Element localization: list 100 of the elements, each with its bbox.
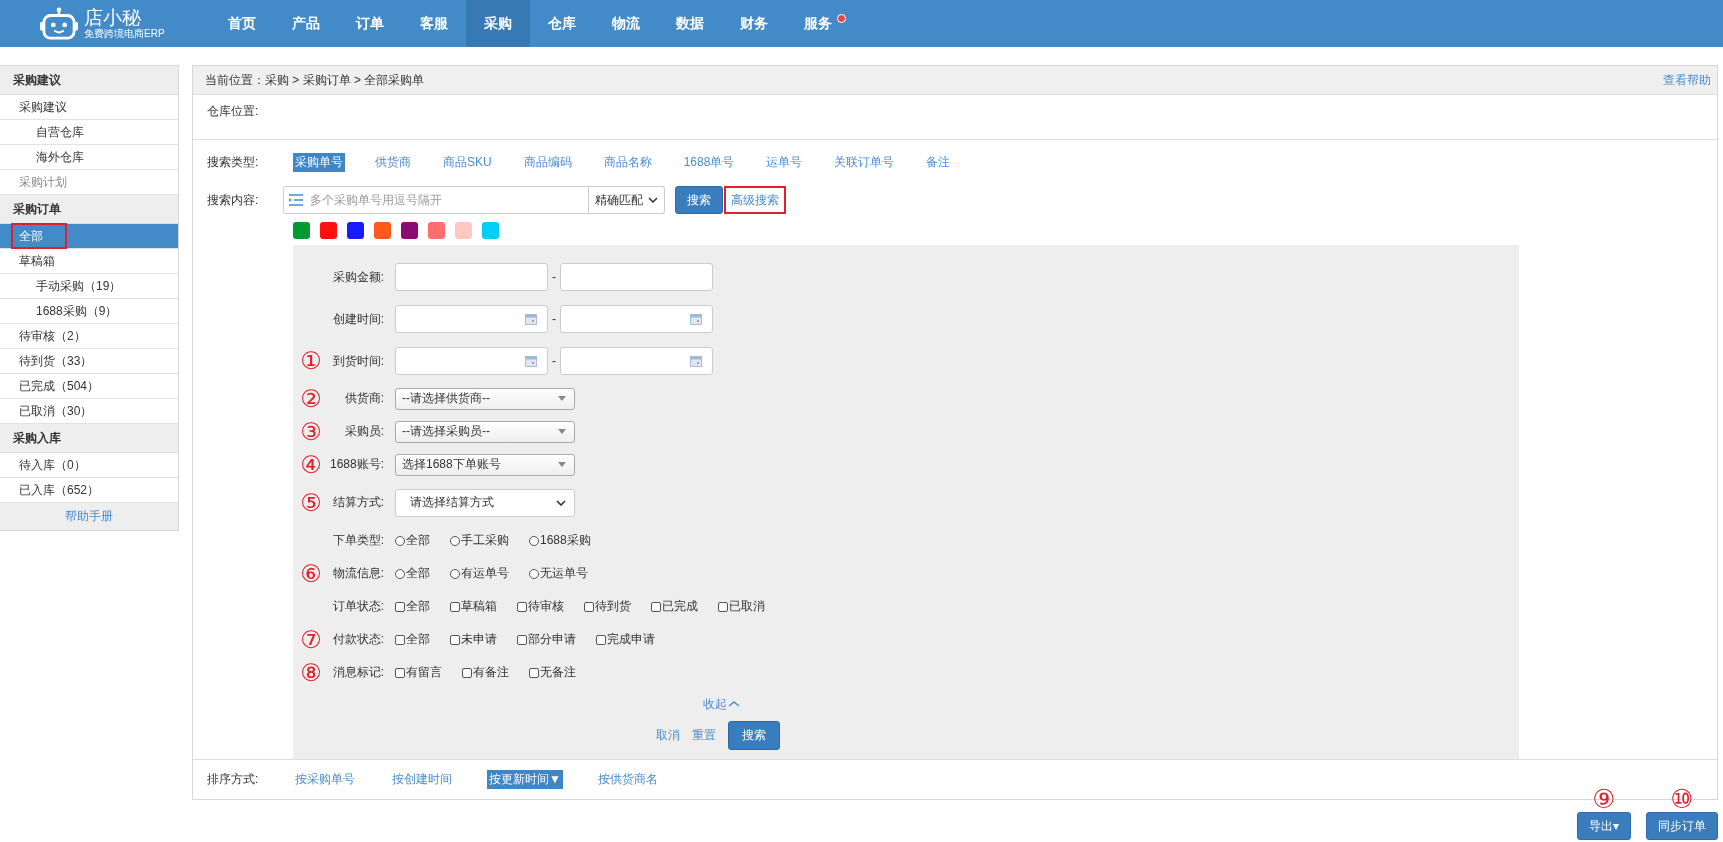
dropdown[interactable]: 请选择结算方式 bbox=[395, 488, 575, 517]
radio-button[interactable] bbox=[529, 535, 539, 546]
checkbox[interactable] bbox=[450, 634, 460, 645]
sidebar-item[interactable]: 已完成（504） bbox=[0, 374, 178, 399]
checkbox[interactable] bbox=[395, 667, 405, 678]
date-input[interactable] bbox=[560, 347, 713, 375]
nav-tab[interactable]: 数据 bbox=[658, 0, 722, 47]
nav-tab[interactable]: 服务 bbox=[786, 0, 850, 47]
sidebar-item[interactable]: 1688采购（9） bbox=[0, 299, 178, 324]
search-type-option[interactable]: 备注 bbox=[924, 152, 953, 172]
advanced-search-link[interactable]: 高级搜索 bbox=[726, 188, 784, 212]
nav-tab[interactable]: 首页 bbox=[210, 0, 274, 47]
checkbox[interactable] bbox=[462, 667, 472, 678]
option-label: 已取消 bbox=[729, 598, 765, 615]
radio-button[interactable] bbox=[529, 568, 539, 579]
color-tag[interactable] bbox=[347, 222, 364, 239]
sidebar-item[interactable]: 自营仓库 bbox=[0, 120, 178, 145]
annotation-number: ⑨ bbox=[1592, 786, 1616, 812]
color-tag[interactable] bbox=[428, 222, 445, 239]
color-tag[interactable] bbox=[401, 222, 418, 239]
sort-option[interactable]: 按采购单号 bbox=[293, 770, 357, 789]
option-label: 有留言 bbox=[406, 664, 442, 681]
match-select[interactable]: 精确匹配 bbox=[589, 186, 665, 214]
search-type-option[interactable]: 采购单号 bbox=[293, 152, 345, 172]
option-label: 全部 bbox=[406, 631, 430, 648]
min-input[interactable] bbox=[395, 263, 548, 291]
export-button[interactable]: 导出▾ bbox=[1576, 812, 1631, 840]
radio-button[interactable] bbox=[450, 568, 460, 579]
search-type-option[interactable]: 供货商 bbox=[373, 152, 413, 172]
color-tag[interactable] bbox=[293, 222, 310, 239]
date-input[interactable] bbox=[395, 305, 548, 333]
sync-orders-button[interactable]: 同步订单 bbox=[1646, 812, 1718, 840]
filter-label: 采购员: bbox=[343, 423, 384, 440]
filter-label: 结算方式: bbox=[331, 494, 384, 511]
nav-tab[interactable]: 仓库 bbox=[530, 0, 594, 47]
sort-option[interactable]: 按供货商名 bbox=[595, 770, 660, 789]
checkbox[interactable] bbox=[450, 601, 460, 612]
checkbox[interactable] bbox=[395, 601, 405, 612]
color-tag[interactable] bbox=[455, 222, 472, 239]
sidebar-item[interactable]: 手动采购（19） bbox=[0, 274, 178, 299]
sidebar-item[interactable]: 采购建议 bbox=[0, 95, 178, 120]
dropdown[interactable]: 选择1688下单账号 bbox=[395, 453, 575, 476]
nav-tab[interactable]: 财务 bbox=[722, 0, 786, 47]
reset-link[interactable]: 重置 bbox=[692, 726, 716, 744]
checkbox[interactable] bbox=[584, 601, 594, 612]
dropdown[interactable]: --请选择采购员-- bbox=[395, 420, 575, 443]
sidebar-item[interactable]: 待入库（0） bbox=[0, 453, 178, 478]
nav-tab[interactable]: 产品 bbox=[274, 0, 338, 47]
option-label: 1688采购 bbox=[540, 532, 591, 549]
nav-tab[interactable]: 客服 bbox=[402, 0, 466, 47]
sort-option[interactable]: 按更新时间▼ bbox=[487, 770, 563, 789]
date-input[interactable] bbox=[560, 305, 713, 333]
calendar-icon bbox=[690, 355, 702, 367]
checkbox[interactable] bbox=[517, 634, 527, 645]
search-field[interactable]: 多个采购单号用逗号隔开 bbox=[283, 186, 589, 214]
help-link[interactable]: 查看帮助 bbox=[1663, 71, 1711, 89]
sidebar-section-title: 采购入库 bbox=[0, 424, 178, 453]
max-input[interactable] bbox=[560, 263, 713, 291]
dropdown[interactable]: --请选择供货商-- bbox=[395, 387, 575, 410]
nav-tab[interactable]: 物流 bbox=[594, 0, 658, 47]
checkbox[interactable] bbox=[718, 601, 728, 612]
search-type-label: 搜索类型: bbox=[206, 153, 260, 171]
nav-tab[interactable]: 订单 bbox=[338, 0, 402, 47]
color-tag[interactable] bbox=[320, 222, 337, 239]
collapse-link[interactable]: 收起 bbox=[702, 695, 727, 713]
radio-button[interactable] bbox=[395, 535, 405, 546]
sidebar-item[interactable]: 海外仓库 bbox=[0, 145, 178, 170]
search-type-option[interactable]: 商品编码 bbox=[521, 152, 574, 172]
checkbox[interactable] bbox=[651, 601, 661, 612]
caret-icon bbox=[558, 429, 566, 434]
search-type-option[interactable]: 关联订单号 bbox=[832, 152, 897, 172]
breadcrumb: 当前位置：采购 > 采购订单 > 全部采购单 bbox=[205, 71, 425, 89]
sort-option[interactable]: 按创建时间 bbox=[390, 770, 454, 789]
nav-tab[interactable]: 采购 bbox=[466, 0, 530, 47]
checkbox[interactable] bbox=[517, 601, 527, 612]
radio-button[interactable] bbox=[395, 568, 405, 579]
checkbox[interactable] bbox=[596, 634, 606, 645]
warehouse-label: 仓库位置: bbox=[207, 104, 259, 118]
color-tag[interactable] bbox=[482, 222, 499, 239]
search-type-option[interactable]: 运单号 bbox=[764, 152, 805, 172]
sidebar-item[interactable]: 待审核（2） bbox=[0, 324, 178, 349]
annotation-number: ⑩ bbox=[1670, 786, 1694, 812]
sidebar-item[interactable]: 待到货（33） bbox=[0, 349, 178, 374]
help-manual-link[interactable]: 帮助手册 bbox=[65, 509, 113, 523]
sidebar-item[interactable]: 草稿箱 bbox=[0, 249, 178, 274]
search-type-option[interactable]: 1688单号 bbox=[681, 152, 737, 172]
color-tag[interactable] bbox=[374, 222, 391, 239]
filter-label: 物流信息: bbox=[331, 565, 384, 582]
sidebar-section-title: 采购订单 bbox=[0, 195, 178, 224]
date-input[interactable] bbox=[395, 347, 548, 375]
cancel-link[interactable]: 取消 bbox=[656, 726, 680, 744]
search-type-option[interactable]: 商品名称 bbox=[601, 152, 654, 172]
search-type-option[interactable]: 商品SKU bbox=[441, 152, 494, 172]
sidebar-item[interactable]: 全部 bbox=[0, 224, 178, 249]
checkbox[interactable] bbox=[529, 667, 539, 678]
radio-button[interactable] bbox=[450, 535, 460, 546]
annotation-number: ⑧ bbox=[300, 659, 322, 686]
search-button[interactable]: 搜索 bbox=[675, 186, 723, 214]
search-button[interactable]: 搜索 bbox=[728, 720, 780, 750]
checkbox[interactable] bbox=[395, 634, 405, 645]
